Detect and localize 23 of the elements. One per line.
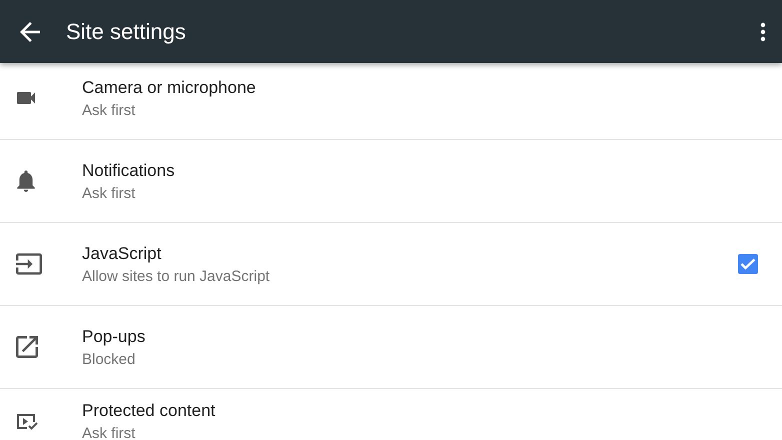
input-arrow-icon [16,253,42,275]
video-camera-icon [16,91,36,105]
setting-subtitle: Allow sites to run JavaScript [82,268,271,284]
bell-icon [16,170,36,192]
setting-title: JavaScript [82,244,162,264]
screen-check-icon [16,412,38,430]
setting-title: Protected content [82,401,216,421]
setting-subtitle: Blocked [82,350,136,368]
settings-row[interactable]: JavaScript Allow sites to run JavaScript [0,223,782,306]
open-in-new-icon [16,336,38,358]
setting-title: Pop-ups [82,326,146,346]
app-bar-title: Site settings [66,18,187,44]
back-button[interactable] [18,20,42,44]
settings-row[interactable]: Protected content Ask first [0,389,782,440]
setting-title: Camera or microphone [82,78,257,98]
setting-subtitle: Ask first [82,102,136,118]
setting-subtitle: Ask first [82,184,136,202]
checkbox[interactable] [738,254,758,274]
setting-title: Notifications [82,160,176,180]
settings-row[interactable]: Notifications Ask first [0,140,782,223]
settings-row[interactable]: Pop-ups Blocked [0,306,782,389]
settings-row[interactable]: Camera or microphone Ask first [0,63,782,140]
setting-subtitle: Ask first [82,425,136,440]
